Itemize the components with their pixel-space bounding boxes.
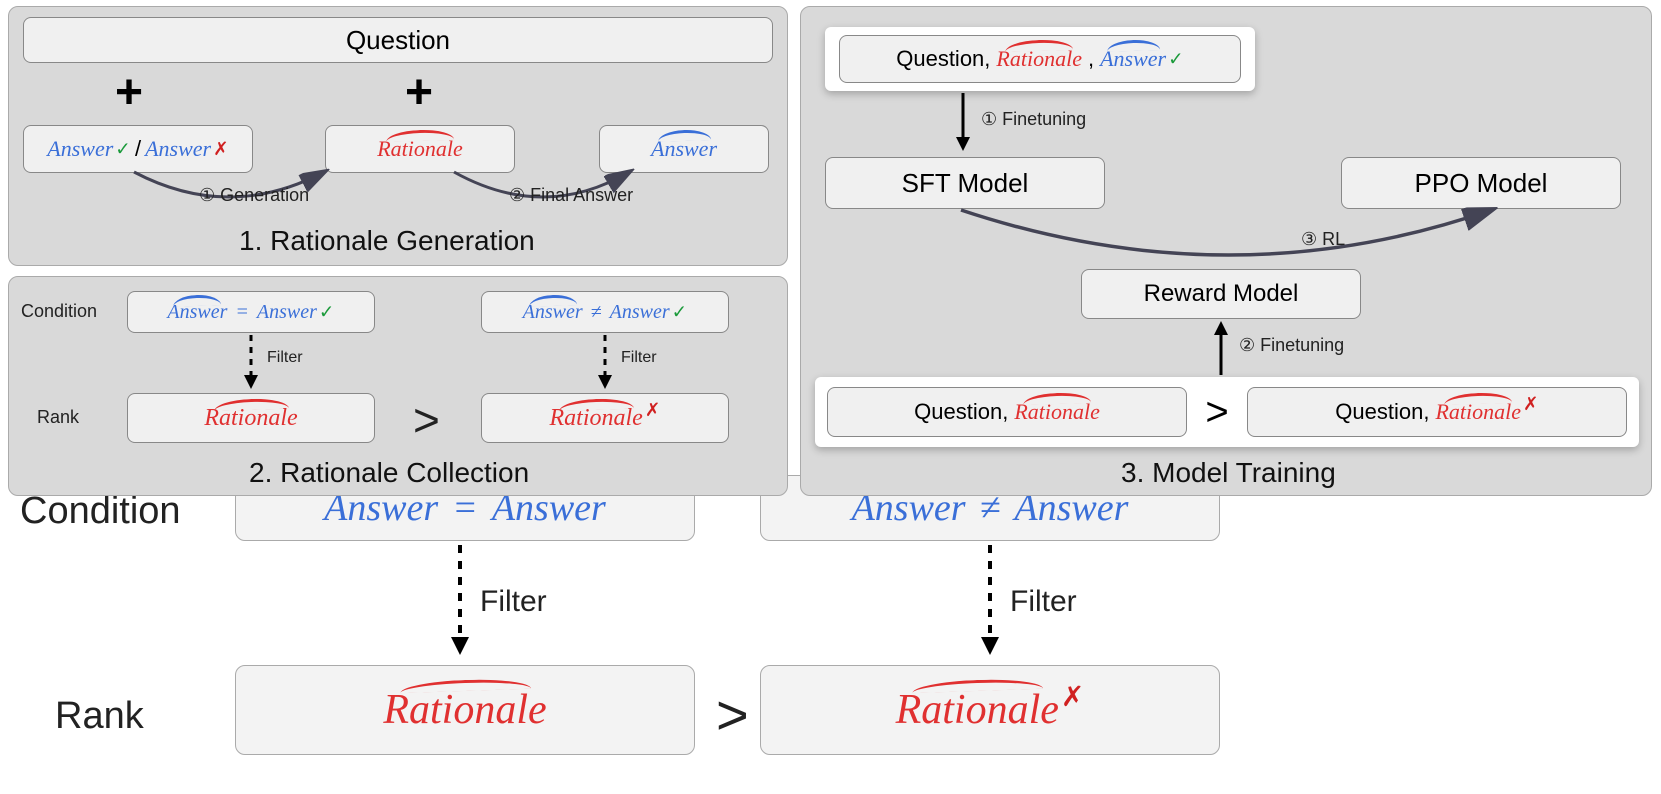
plus-icon-1: + — [115, 69, 143, 117]
dotted-arrow-1 — [239, 335, 263, 391]
rank-label: Rank — [37, 407, 79, 428]
rationale-bad-box: Rationale ✗ — [481, 393, 729, 443]
ne-sign: ≠ — [591, 301, 602, 324]
bg-rationale-bad: Rationale ✗ — [760, 665, 1220, 755]
cond-ne-right: Answer — [610, 301, 670, 324]
answer-tilde-text: Answer — [651, 136, 717, 162]
answer-correct-text: Answer — [47, 136, 113, 162]
bg-gt: > — [716, 682, 749, 747]
bg-rationale-good: Rationale — [235, 665, 695, 755]
pair-r1: Rationale — [1014, 399, 1100, 425]
rationale-tilde-box: Rationale — [325, 125, 515, 173]
bg-filter-2: Filter — [1010, 585, 1077, 619]
bg-dotted-arrow-2 — [975, 545, 1005, 655]
bg-cross: ✗ — [1061, 680, 1084, 713]
step2-label-p3: ② Finetuning — [1239, 335, 1344, 356]
step1-label-p3: ① Finetuning — [981, 109, 1086, 130]
cross-icon-2: ✗ — [645, 399, 661, 421]
step3-label: ③ RL — [1301, 229, 1345, 250]
bg-rationale-bad-text: Rationale — [896, 686, 1059, 734]
step1-label: ① Generation — [199, 185, 309, 206]
slash: / — [135, 136, 141, 162]
arrow-finetune-1 — [951, 93, 975, 153]
ppo-model-box: PPO Model — [1341, 157, 1621, 209]
answer-choice-box: Answer✓ / Answer✗ — [23, 125, 253, 173]
training-input-box: Question, Rationale, Answer✓ — [825, 27, 1255, 91]
cross-icon: ✗ — [213, 138, 229, 160]
cross-icon-3: ✗ — [1523, 393, 1539, 415]
pair-q2: Question — [1335, 399, 1423, 425]
reward-model-box: Reward Model — [1081, 269, 1361, 319]
bg-rationale-good-text: Rationale — [383, 686, 546, 734]
panel3-title: 3. Model Training — [1121, 457, 1336, 489]
cond-eq-box: Answer = Answer✓ — [127, 291, 375, 333]
cond-eq-left: Answer — [167, 301, 227, 324]
sft-model-box: SFT Model — [825, 157, 1105, 209]
rationale-good-box: Rationale — [127, 393, 375, 443]
plus-icon-2: + — [405, 69, 433, 117]
check-icon-4: ✓ — [1168, 48, 1184, 70]
panel1-title: 1. Rationale Generation — [239, 225, 535, 257]
arrow-finetune-2 — [1209, 321, 1233, 377]
bg-filter-1: Filter — [480, 585, 547, 619]
answer-tilde-box: Answer — [599, 125, 769, 173]
check-icon-3: ✓ — [672, 301, 688, 323]
bg-rank-label: Rank — [55, 695, 144, 738]
filter-label-2: Filter — [621, 349, 657, 367]
rationale-good-text: Rationale — [204, 405, 297, 432]
filter-label-1: Filter — [267, 349, 303, 367]
cond-ne-box: Answer ≠ Answer✓ — [481, 291, 729, 333]
input-rationale: Rationale — [996, 46, 1082, 72]
panel-rationale-collection: Condition Answer = Answer✓ Answer ≠ Answ… — [8, 276, 788, 496]
eq-sign: = — [235, 301, 249, 324]
condition-label: Condition — [21, 301, 97, 322]
dotted-arrow-2 — [593, 335, 617, 391]
gt-sign-2: > — [1205, 390, 1228, 435]
rationale-tilde-text: Rationale — [377, 136, 463, 162]
input-answer: Answer — [1100, 46, 1166, 72]
input-question: Question — [896, 46, 984, 72]
gt-sign-1: > — [413, 393, 440, 447]
question-box: Question — [23, 17, 773, 63]
cond-ne-left: Answer — [523, 301, 583, 324]
cond-eq-right: Answer — [257, 301, 317, 324]
answer-wrong-text: Answer — [145, 136, 211, 162]
bg-dotted-arrow-1 — [445, 545, 475, 655]
panel2-title: 2. Rationale Collection — [249, 457, 529, 489]
bg-condition-label: Condition — [20, 490, 181, 533]
pair-q1: Question — [914, 399, 1002, 425]
check-icon-2: ✓ — [319, 301, 335, 323]
panel-rationale-generation: Question + + Answer✓ / Answer✗ Rationale… — [8, 6, 788, 266]
pair-r2: Rationale — [1435, 399, 1521, 425]
check-icon: ✓ — [115, 138, 131, 160]
ranking-pair-box: Question, Rationale > Question, Rational… — [815, 377, 1639, 447]
panel-model-training: Question, Rationale, Answer✓ ① Finetunin… — [800, 6, 1652, 496]
rationale-bad-text: Rationale — [550, 405, 643, 432]
step2-label: ② Final Answer — [509, 185, 633, 206]
